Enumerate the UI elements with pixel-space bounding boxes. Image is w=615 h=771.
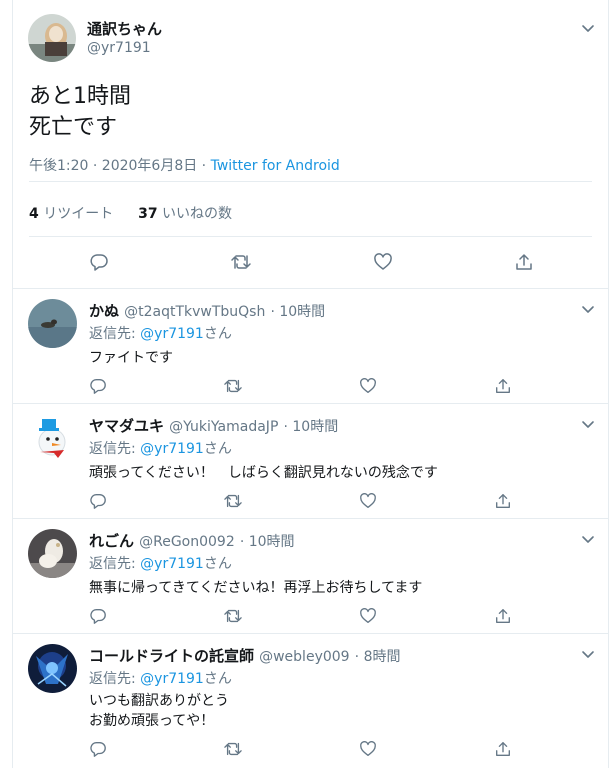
- reply-to-handle[interactable]: @yr7191: [140, 671, 204, 687]
- reply-to: 返信先: @yr7191さん: [89, 438, 232, 458]
- like-icon[interactable]: [359, 740, 377, 758]
- timestamp[interactable]: · 10時間: [270, 304, 325, 320]
- reply-text-line: お勤め頑張ってや！: [89, 713, 215, 729]
- share-icon[interactable]: [494, 492, 512, 510]
- reply-to-suffix: さん: [203, 441, 232, 457]
- avatar[interactable]: [28, 14, 76, 62]
- reply-to: 返信先: @yr7191さん: [89, 553, 232, 573]
- like-icon[interactable]: [359, 607, 377, 625]
- reply-icon[interactable]: [89, 740, 107, 758]
- display-name[interactable]: かぬ: [89, 302, 119, 320]
- reply-to: 返信先: @yr7191さん: [89, 668, 232, 688]
- like-icon[interactable]: [359, 492, 377, 510]
- reply-to-label: 返信先:: [89, 671, 136, 687]
- reply-tweet[interactable]: ヤマダユキ @YukiYamadaJP · 10時間 返信先: @yr7191さ…: [13, 404, 608, 519]
- share-icon[interactable]: [494, 377, 512, 395]
- timestamp[interactable]: 午後1:20 · 2020年6月8日: [29, 158, 197, 174]
- reply-to-suffix: さん: [203, 556, 232, 572]
- handle[interactable]: @ReGon0092: [139, 534, 235, 550]
- tweet-meta: 午後1:20 · 2020年6月8日 · Twitter for Android: [29, 155, 340, 175]
- tweet-text-line: あと1時間: [29, 84, 131, 109]
- avatar[interactable]: [28, 644, 77, 693]
- tweet-text: あと1時間 死亡です: [29, 81, 131, 143]
- like-icon[interactable]: [373, 252, 393, 272]
- retweet-icon[interactable]: [223, 492, 243, 510]
- reply-icon[interactable]: [89, 492, 107, 510]
- chevron-down-icon[interactable]: [579, 19, 597, 37]
- timestamp[interactable]: · 8時間: [355, 649, 401, 665]
- divider: [29, 236, 592, 237]
- share-icon[interactable]: [494, 607, 512, 625]
- main-tweet: 通訳ちゃん @yr7191 あと1時間 死亡です 午後1:20 · 2020年6…: [13, 0, 608, 289]
- reply-icon[interactable]: [89, 377, 107, 395]
- timestamp[interactable]: · 10時間: [240, 534, 295, 550]
- display-name[interactable]: ヤマダユキ: [89, 417, 164, 435]
- share-icon[interactable]: [514, 252, 534, 272]
- retweet-stat[interactable]: 4 リツイート: [29, 206, 113, 222]
- retweet-icon[interactable]: [223, 740, 243, 758]
- source-link[interactable]: Twitter for Android: [211, 158, 340, 174]
- reply-text: いつも翻訳ありがとう お勤め頑張ってや！: [89, 691, 229, 731]
- like-icon[interactable]: [359, 377, 377, 395]
- handle[interactable]: @t2aqtTkvwTbuQsh: [124, 304, 265, 320]
- like-stat[interactable]: 37 いいねの数: [138, 206, 232, 222]
- reply-to-label: 返信先:: [89, 326, 136, 342]
- retweet-icon[interactable]: [230, 252, 252, 272]
- reply-text: ファイトです: [89, 350, 173, 366]
- timeline: 通訳ちゃん @yr7191 あと1時間 死亡です 午後1:20 · 2020年6…: [12, 0, 609, 768]
- meta-separator: ·: [197, 158, 211, 174]
- handle[interactable]: @yr7191: [87, 40, 151, 56]
- chevron-down-icon[interactable]: [579, 530, 597, 548]
- retweet-label: リツイート: [43, 206, 114, 222]
- retweet-icon[interactable]: [223, 607, 243, 625]
- reply-tweet[interactable]: れごん @ReGon0092 · 10時間 返信先: @yr7191さん 無事に…: [13, 519, 608, 634]
- chevron-down-icon[interactable]: [579, 300, 597, 318]
- divider: [29, 181, 592, 182]
- reply-to-suffix: さん: [203, 671, 232, 687]
- reply-to: 返信先: @yr7191さん: [89, 323, 232, 343]
- display-name[interactable]: れごん: [89, 532, 134, 550]
- reply-tweet[interactable]: コールドライトの託宣師 @webley009 · 8時間 返信先: @yr719…: [13, 634, 608, 771]
- reply-to-handle[interactable]: @yr7191: [140, 556, 204, 572]
- retweet-icon[interactable]: [223, 377, 243, 395]
- retweet-count: 4: [29, 206, 39, 222]
- reply-to-suffix: さん: [203, 326, 232, 342]
- reply-tweet[interactable]: かぬ @t2aqtTkvwTbuQsh · 10時間 返信先: @yr7191さ…: [13, 289, 608, 404]
- reply-to-handle[interactable]: @yr7191: [140, 441, 204, 457]
- reply-icon[interactable]: [89, 607, 107, 625]
- avatar[interactable]: [28, 529, 77, 578]
- like-label: いいねの数: [162, 206, 233, 222]
- reply-text: 頑張ってください！ しばらく翻訳見れないの残念です: [89, 465, 438, 481]
- timestamp[interactable]: · 10時間: [283, 419, 338, 435]
- stats-row: 4 リツイート 37 いいねの数: [29, 203, 232, 223]
- handle[interactable]: @webley009: [259, 649, 349, 665]
- display-name[interactable]: コールドライトの託宣師: [89, 647, 254, 665]
- reply-header: コールドライトの託宣師 @webley009 · 8時間: [89, 645, 400, 666]
- reply-header: かぬ @t2aqtTkvwTbuQsh · 10時間: [89, 300, 325, 321]
- reply-to-label: 返信先:: [89, 556, 136, 572]
- reply-header: れごん @ReGon0092 · 10時間: [89, 530, 295, 551]
- avatar[interactable]: [28, 299, 77, 348]
- avatar[interactable]: [28, 414, 77, 463]
- share-icon[interactable]: [494, 740, 512, 758]
- reply-to-handle[interactable]: @yr7191: [140, 326, 204, 342]
- reply-text: 無事に帰ってきてくださいね！再浮上お待ちしてます: [89, 580, 423, 596]
- chevron-down-icon[interactable]: [579, 415, 597, 433]
- like-count: 37: [138, 206, 158, 222]
- reply-to-label: 返信先:: [89, 441, 136, 457]
- handle[interactable]: @YukiYamadaJP: [169, 419, 278, 435]
- display-name[interactable]: 通訳ちゃん: [87, 18, 162, 39]
- tweet-text-line: 死亡です: [29, 115, 118, 140]
- reply-header: ヤマダユキ @YukiYamadaJP · 10時間: [89, 415, 338, 436]
- chevron-down-icon[interactable]: [579, 645, 597, 663]
- reply-text-line: いつも翻訳ありがとう: [89, 693, 229, 709]
- reply-icon[interactable]: [89, 252, 109, 272]
